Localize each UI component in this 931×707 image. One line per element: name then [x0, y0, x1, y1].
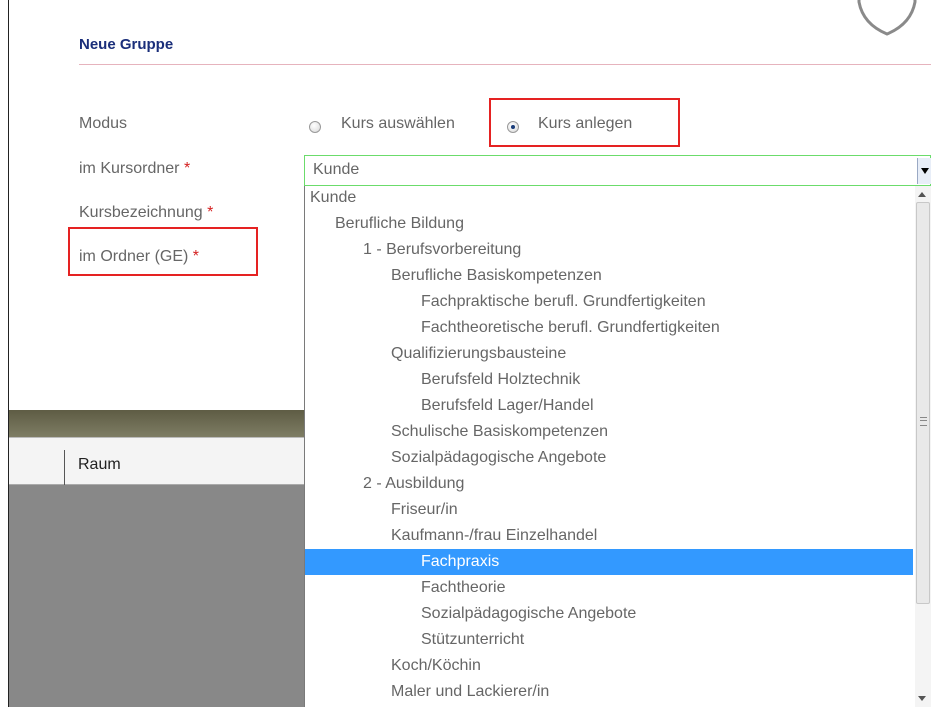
dropdown-option[interactable]: Friseur/in: [305, 497, 913, 523]
dropdown-scrollbar[interactable]: [915, 186, 931, 707]
dropdown-option[interactable]: Berufliche Basiskompetenzen: [305, 263, 913, 289]
required-mark: *: [183, 160, 191, 177]
dropdown-option-label: 1 - Berufsvorbereitung: [363, 241, 522, 258]
dropdown-option[interactable]: Berufsfeld Holztechnik: [305, 367, 913, 393]
kursordner-label: im Kursordner *: [79, 160, 190, 178]
dropdown-option-label: Berufsfeld Lager/Handel: [421, 397, 594, 414]
dropdown-option[interactable]: Maler und Lackierer/in: [305, 679, 913, 705]
highlight-box-ordner: [68, 227, 258, 276]
dropdown-option-label: Kaufmann-/frau Einzelhandel: [391, 527, 598, 544]
dropdown-option-label: Stützunterricht: [421, 631, 525, 648]
dropdown-option[interactable]: Schulische Basiskompetenzen: [305, 419, 913, 445]
column-separator[interactable]: [64, 450, 65, 485]
dropdown-option-label: Sozialpädagogische Angebote: [391, 449, 607, 466]
radio-kurs-auswaehlen[interactable]: [309, 121, 321, 133]
dropdown-option[interactable]: Berufliche Bildung: [305, 211, 913, 237]
grid-header: [9, 437, 304, 485]
dropdown-option[interactable]: Fachpraktische berufl. Grundfertigkeiten: [305, 289, 913, 315]
dropdown-option-label: 2 - Ausbildung: [363, 475, 465, 492]
dropdown-option-label: Qualifizierungsbausteine: [391, 345, 567, 362]
dropdown-option-label: Berufsfeld Holztechnik: [421, 371, 581, 388]
dropdown-option-label: Schulische Basiskompetenzen: [391, 423, 609, 440]
scrollbar-thumb[interactable]: [916, 202, 930, 604]
dropdown-option-label: Berufliche Basiskompetenzen: [391, 267, 602, 284]
modus-label: Modus: [79, 115, 128, 132]
dropdown-option-label: Kunde: [310, 189, 357, 206]
dropdown-option[interactable]: Stützunterricht: [305, 627, 913, 653]
required-mark: *: [207, 204, 214, 221]
dropdown-option[interactable]: Kunde: [305, 185, 913, 211]
shield-icon: [857, 0, 917, 36]
radio-kurs-auswaehlen-label[interactable]: Kurs auswählen: [341, 115, 455, 133]
kursordner-select-value: Kunde: [313, 161, 360, 178]
dropdown-option-label: Sozialpädagogische Angebote: [421, 605, 637, 622]
dropdown-option[interactable]: Berufsfeld Lager/Handel: [305, 393, 913, 419]
chevron-down-icon[interactable]: [917, 158, 931, 184]
dropdown-option-label: Maler und Lackierer/in: [391, 683, 550, 700]
dropdown-option[interactable]: Fachtheoretische berufl. Grundfertigkeit…: [305, 315, 913, 341]
dropdown-option[interactable]: Kaufmann-/frau Einzelhandel: [305, 523, 913, 549]
grip-icon: [920, 417, 927, 426]
highlight-box-kurs-anlegen: [489, 98, 680, 147]
column-header-raum[interactable]: Raum: [78, 456, 121, 474]
title-divider: [79, 64, 931, 65]
dropdown-option[interactable]: Koch/Köchin: [305, 653, 913, 679]
dropdown-option[interactable]: 2 - Ausbildung: [305, 471, 913, 497]
kursordner-dropdown-list[interactable]: Kunde Berufliche Bildung 1 - Berufsvorbere…: [304, 186, 915, 707]
dropdown-option[interactable]: Sozialpädagogische Angebote: [305, 445, 913, 471]
dropdown-option-label: Fachpraktische berufl. Grundfertigkeiten: [421, 293, 706, 310]
scroll-down-arrow-icon[interactable]: [918, 696, 926, 701]
kursordner-select[interactable]: Kunde: [304, 155, 931, 186]
dropdown-option-label: Fachtheoretische berufl. Grundfertigkeit…: [421, 319, 720, 336]
dropdown-option-label: Berufliche Bildung: [335, 215, 464, 232]
kursordner-label-text: im Kursordner: [79, 160, 180, 177]
scroll-up-arrow-icon[interactable]: [918, 192, 926, 197]
dropdown-option[interactable]: Qualifizierungsbausteine: [305, 341, 913, 367]
dropdown-option-label: Friseur/in: [391, 501, 458, 518]
kursbezeichnung-label: Kursbezeichnung *: [79, 204, 213, 222]
dropdown-option-label: Fachtheorie: [421, 579, 506, 596]
dropdown-option[interactable]: 1 - Berufsvorbereitung: [305, 237, 913, 263]
toolbar-band: [9, 410, 304, 437]
dropdown-option-label: Fachpraxis: [421, 553, 500, 570]
dropdown-option[interactable]: Fachpraxis: [305, 549, 913, 575]
kursbezeichnung-label-text: Kursbezeichnung: [79, 204, 203, 221]
dropdown-option-label: Koch/Köchin: [391, 657, 481, 674]
dialog-title: Neue Gruppe: [79, 36, 174, 53]
dropdown-option[interactable]: Sozialpädagogische Angebote: [305, 601, 913, 627]
dropdown-option[interactable]: Fachtheorie: [305, 575, 913, 601]
